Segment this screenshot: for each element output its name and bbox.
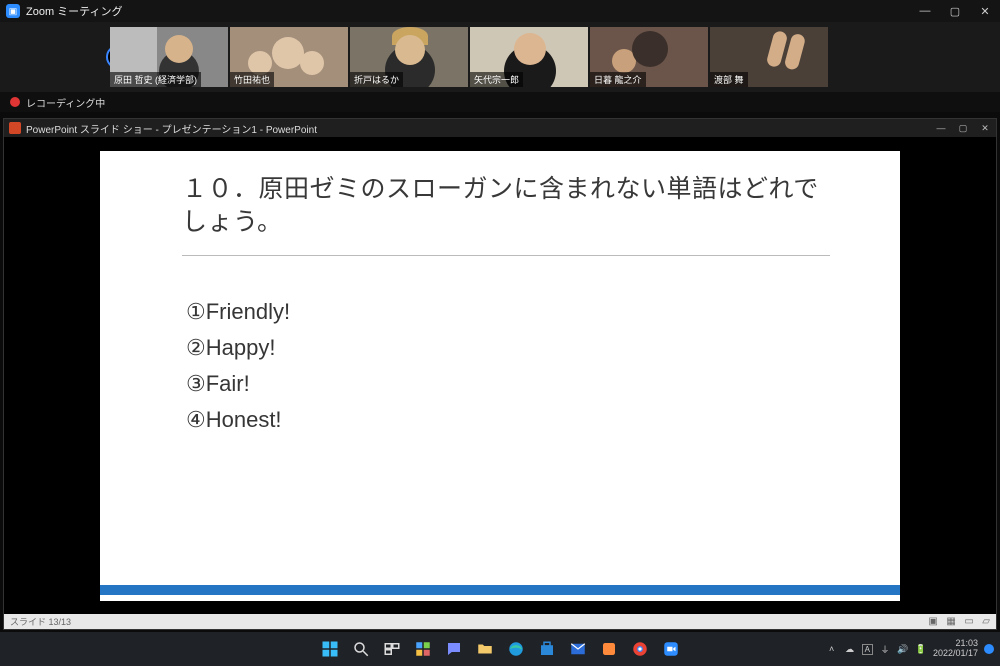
ppt-slideshow-stage[interactable]: １０．原田ゼミのスローガンに含まれない単語はどれでしょう。 ①Friendly!…	[4, 137, 996, 614]
participant-name: 渡部 舞	[710, 72, 748, 87]
start-button[interactable]	[317, 636, 343, 662]
slide-question: １０．原田ゼミのスローガンに含まれない単語はどれでしょう。	[182, 173, 830, 241]
participant-tile[interactable]: 竹田祐也	[230, 27, 348, 87]
zoom-titlebar: ▣ Zoom ミーティング ― ▢ ✕	[0, 0, 1000, 22]
participant-tile[interactable]: 渡部 舞	[710, 27, 828, 87]
minimize-button[interactable]: ―	[910, 0, 940, 22]
taskbar-clock[interactable]: 21:03 2022/01/17	[933, 639, 978, 659]
participant-tile[interactable]: 折戸はるか	[350, 27, 468, 87]
maximize-button[interactable]: ▢	[940, 0, 970, 22]
ppt-status-bar: スライド 13/13 ▣ ▦ ▭ ▱	[4, 614, 996, 629]
ppt-window-title: PowerPoint スライド ショー - プレゼンテーション1 - Power…	[26, 121, 930, 136]
ppt-view-buttons[interactable]: ▣ ▦ ▭ ▱	[922, 616, 990, 627]
participant-name: 日暮 龍之介	[590, 72, 646, 87]
slide-answers: ①Friendly! ②Happy! ③Fair! ④Honest!	[186, 299, 290, 443]
zoom-window-title: Zoom ミーティング	[26, 3, 910, 19]
ppt-close-button[interactable]: ✕	[974, 119, 996, 137]
participant-tile[interactable]: 原田 哲史 (経済学部)	[110, 27, 228, 87]
slide-footer-bar	[100, 585, 900, 595]
view-normal-icon[interactable]: ▣	[928, 616, 937, 627]
powerpoint-icon	[9, 122, 21, 134]
answer-option: ④Honest!	[186, 407, 290, 433]
mail-button[interactable]	[565, 636, 591, 662]
answer-option: ①Friendly!	[186, 299, 290, 325]
app-button[interactable]	[596, 636, 622, 662]
participant-tile[interactable]: 矢代宗一郎	[470, 27, 588, 87]
search-button[interactable]	[348, 636, 374, 662]
participant-name: 折戸はるか	[350, 72, 403, 87]
view-reading-icon[interactable]: ▭	[964, 616, 973, 627]
edge-button[interactable]	[503, 636, 529, 662]
participant-name: 原田 哲史 (経済学部)	[110, 72, 201, 87]
ppt-titlebar: PowerPoint スライド ショー - プレゼンテーション1 - Power…	[4, 119, 996, 137]
ime-indicator[interactable]: A	[862, 644, 873, 655]
answer-option: ②Happy!	[186, 335, 290, 361]
clock-date: 2022/01/17	[933, 649, 978, 659]
chrome-button[interactable]	[627, 636, 653, 662]
participant-tile[interactable]: 日暮 龍之介	[590, 27, 708, 87]
tray-chevron-icon[interactable]: ˄	[826, 643, 838, 655]
recording-indicator: レコーディング中	[0, 92, 1000, 112]
zoom-taskbar-button[interactable]	[658, 636, 684, 662]
file-explorer-button[interactable]	[472, 636, 498, 662]
ppt-slide: １０．原田ゼミのスローガンに含まれない単語はどれでしょう。 ①Friendly!…	[100, 151, 900, 601]
participant-name: 矢代宗一郎	[470, 72, 523, 87]
ppt-slide-counter: スライド 13/13	[10, 615, 71, 628]
volume-icon[interactable]: 🔊	[897, 643, 909, 655]
participant-gallery: 〈 原田 哲史 (経済学部) 竹田祐也 折戸はるか 矢代宗一郎 日暮 龍之介 渡…	[0, 22, 1000, 92]
close-button[interactable]: ✕	[970, 0, 1000, 22]
notifications-icon[interactable]	[984, 644, 994, 654]
slide-divider	[182, 255, 830, 256]
recording-label: レコーディング中	[26, 95, 105, 110]
view-sorter-icon[interactable]: ▦	[946, 616, 955, 627]
zoom-icon: ▣	[6, 4, 20, 18]
ppt-maximize-button[interactable]: ▢	[952, 119, 974, 137]
taskbar-center	[317, 636, 684, 662]
widgets-button[interactable]	[410, 636, 436, 662]
ppt-minimize-button[interactable]: ―	[930, 119, 952, 137]
onedrive-icon[interactable]: ☁	[844, 643, 856, 655]
chat-button[interactable]	[441, 636, 467, 662]
windows-taskbar: ˄ ☁ A ⏚ 🔊 🔋 21:03 2022/01/17	[0, 632, 1000, 666]
record-dot-icon	[10, 97, 20, 107]
answer-option: ③Fair!	[186, 371, 290, 397]
powerpoint-window: PowerPoint スライド ショー - プレゼンテーション1 - Power…	[3, 118, 997, 630]
view-slideshow-icon[interactable]: ▱	[982, 616, 990, 627]
participant-name: 竹田祐也	[230, 72, 274, 87]
task-view-button[interactable]	[379, 636, 405, 662]
battery-icon[interactable]: 🔋	[915, 643, 927, 655]
store-button[interactable]	[534, 636, 560, 662]
system-tray: ˄ ☁ A ⏚ 🔊 🔋 21:03 2022/01/17	[826, 639, 994, 659]
wifi-icon[interactable]: ⏚	[879, 643, 891, 655]
